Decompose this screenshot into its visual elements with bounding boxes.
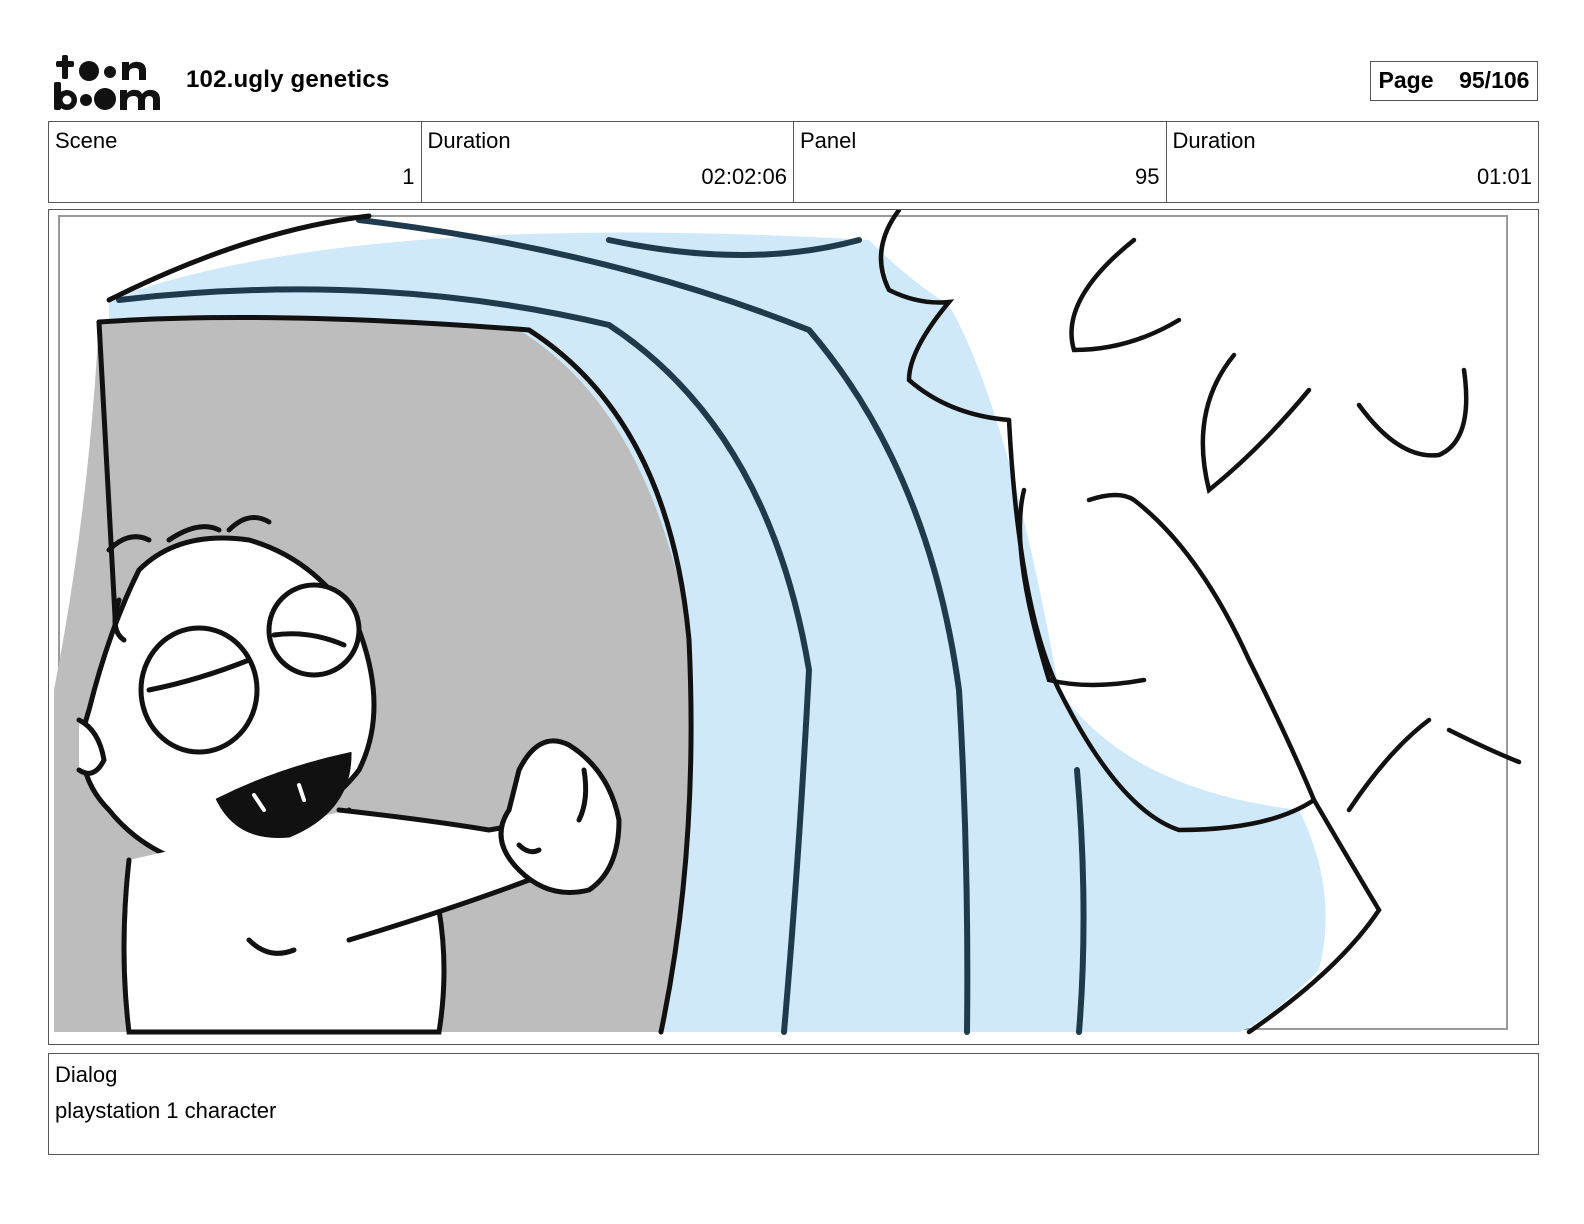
panel-label: Panel bbox=[800, 128, 857, 153]
scene-label: Scene bbox=[55, 128, 118, 153]
page-indicator: Page 95/106 bbox=[1370, 61, 1538, 101]
scene-duration-cell: Duration 02:02:06 bbox=[422, 122, 794, 202]
page-number: 95/106 bbox=[1459, 67, 1530, 93]
dialog-label: Dialog bbox=[55, 1062, 118, 1087]
page-label: Page bbox=[1378, 67, 1434, 93]
scene-duration-value: 02:02:06 bbox=[701, 164, 787, 189]
panel-duration-cell: Duration 01:01 bbox=[1167, 122, 1539, 202]
scene-info-table: Scene 1 Duration 02:02:06 Panel 95 Durat… bbox=[48, 121, 1539, 203]
dialog-text: playstation 1 character bbox=[55, 1098, 277, 1123]
panel-sketch bbox=[54, 210, 1522, 1035]
scene-duration-label: Duration bbox=[427, 128, 511, 153]
panel-value: 95 bbox=[1135, 164, 1160, 189]
toonboom-logo bbox=[54, 55, 160, 110]
project-title: 102.ugly genetics bbox=[186, 66, 390, 93]
panel-cell: Panel 95 bbox=[794, 122, 1167, 202]
panel-duration-value: 01:01 bbox=[1476, 164, 1532, 189]
scene-value: 1 bbox=[402, 164, 415, 189]
dialog-box: Dialog playstation 1 character bbox=[48, 1053, 1539, 1155]
storyboard-panel bbox=[48, 209, 1539, 1045]
panel-duration-label: Duration bbox=[1172, 128, 1256, 153]
scene-cell: Scene 1 bbox=[49, 122, 422, 202]
